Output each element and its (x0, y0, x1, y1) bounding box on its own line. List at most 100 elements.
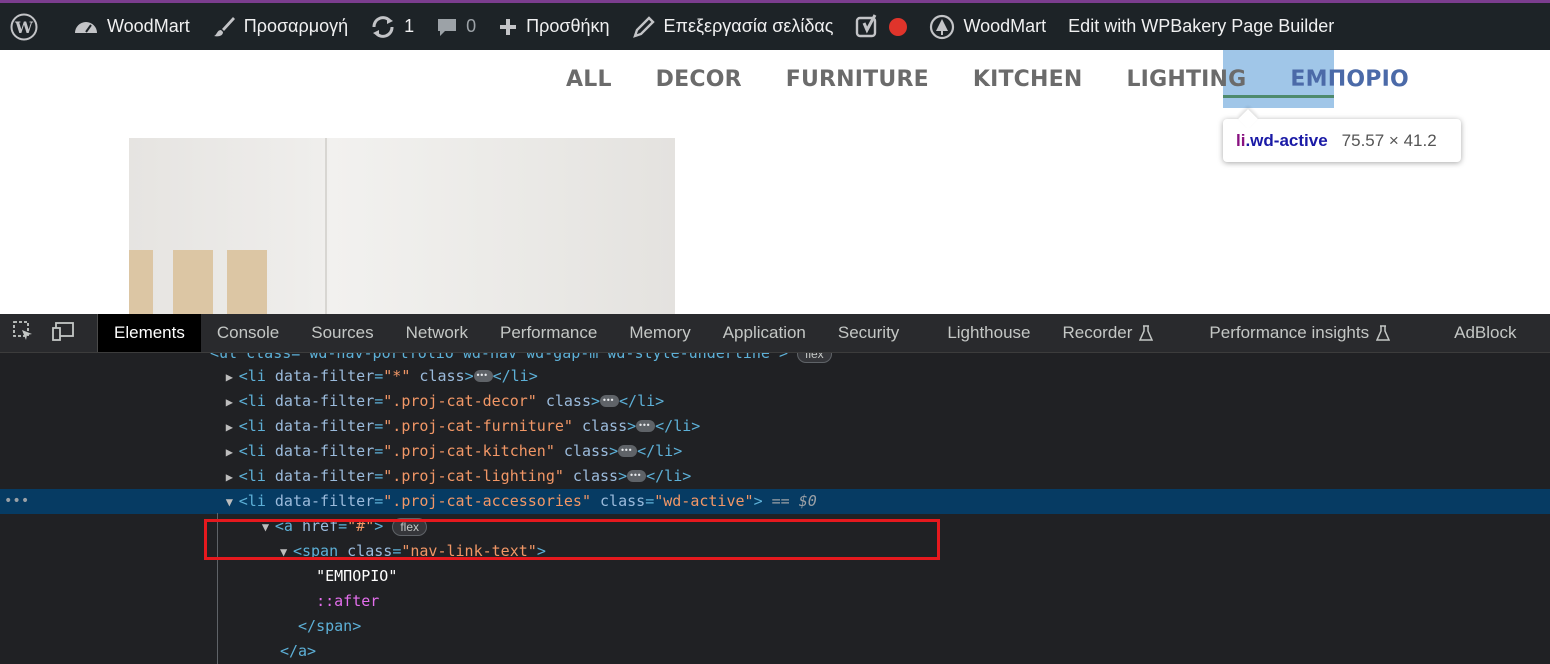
filter-kitchen[interactable]: KITCHEN (973, 66, 1083, 93)
refresh-icon (370, 15, 396, 39)
comments-count: 0 (466, 16, 477, 36)
filter-accessories[interactable]: ΕΜΠΟΡΙΟ (1290, 66, 1408, 93)
tree-line-pseudo[interactable]: ::after (0, 589, 1550, 614)
site-name-link[interactable]: WoodMart (62, 3, 201, 50)
tree-line-span-close[interactable]: </span> (0, 614, 1550, 639)
tab-adblock[interactable]: AdBlock (1438, 314, 1532, 352)
flask-icon (1376, 325, 1391, 341)
comments-link[interactable]: 0 (425, 3, 487, 50)
li-filter-value: ".proj-cat-furniture" (383, 417, 573, 435)
elements-tree: <ul class="wd-nav-portfolio wd-nav wd-ga… (0, 353, 1550, 664)
photo-plank (173, 250, 213, 314)
li-filter-value: "*" (383, 367, 411, 385)
tab-performance-insights-label: Performance insights (1209, 323, 1370, 342)
page-content: ALL DECOR FURNITURE KITCHEN LIGHTING ΕΜΠ… (0, 50, 1550, 314)
theme-tree-icon (929, 14, 955, 40)
flask-icon (1139, 325, 1154, 341)
site-name-label: WoodMart (107, 16, 190, 36)
li-filter-value: ".proj-cat-kitchen" (383, 442, 555, 460)
edit-page-link[interactable]: Επεξεργασία σελίδας (621, 3, 845, 50)
tree-line-li-all[interactable]: ▶<li data-filter="*" class></li> (0, 363, 1550, 390)
new-content-label: Προσθήκη (526, 16, 610, 36)
yoast-seo-menu[interactable] (844, 3, 918, 50)
updates-count: 1 (404, 16, 415, 36)
tab-recorder[interactable]: Recorder (1047, 314, 1194, 352)
li-filter-value: ".proj-cat-decor" (383, 392, 537, 410)
tree-line-li-kitchen[interactable]: ▶ <li data-filter=".proj-cat-kitchen" cla… (0, 438, 1550, 465)
li-filter-value: ".proj-cat-lighting" (383, 467, 564, 485)
ellipsis-icon[interactable] (600, 388, 620, 413)
select-element-icon[interactable] (12, 320, 34, 347)
filter-lighting[interactable]: LIGHTING (1126, 66, 1246, 93)
seo-status-dot-icon (889, 17, 908, 36)
flex-badge[interactable]: flex (797, 353, 832, 363)
ellipsis-icon[interactable] (618, 438, 638, 463)
devtools-tabbar: Elements Console Sources Network Perform… (0, 314, 1550, 353)
theme-label: WoodMart (963, 16, 1047, 36)
ellipsis-icon[interactable] (636, 413, 656, 438)
filter-furniture[interactable]: FURNITURE (786, 66, 929, 93)
collapse-arrow-icon[interactable]: ▼ (226, 490, 239, 515)
tab-recorder-label: Recorder (1062, 323, 1133, 342)
devtools-panel: Elements Console Sources Network Perform… (0, 314, 1550, 664)
active-filter-underline (1223, 95, 1334, 98)
ellipsis-icon[interactable] (627, 463, 647, 488)
portfolio-image[interactable] (129, 138, 675, 314)
expand-arrow-icon[interactable]: ▶ (226, 440, 239, 465)
more-options-icon[interactable]: ••• (4, 489, 29, 514)
tab-lighthouse[interactable]: Lighthouse (931, 314, 1046, 352)
wpbakery-edit-link[interactable]: Edit with WPBakery Page Builder (1057, 3, 1345, 50)
tab-console[interactable]: Console (201, 314, 295, 352)
ellipsis-icon[interactable] (473, 363, 493, 388)
new-content-link[interactable]: Προσθήκη (487, 3, 620, 50)
filter-decor[interactable]: DECOR (656, 66, 742, 93)
annotation-highlight-box (204, 519, 940, 560)
tree-line-li-accessories-selected[interactable]: ••• ▼ <li data-filter=".proj-cat-accessor… (0, 489, 1550, 514)
tab-network[interactable]: Network (390, 314, 484, 352)
photo-plank (129, 250, 153, 314)
customize-link[interactable]: Προσαρμογή (201, 3, 359, 50)
tab-sources[interactable]: Sources (295, 314, 389, 352)
tab-elements[interactable]: Elements (98, 314, 201, 352)
expand-arrow-icon[interactable]: ▶ (226, 390, 239, 415)
photo-plank (227, 250, 267, 314)
dashboard-icon (73, 16, 99, 38)
inspect-tooltip: li .wd-active 75.57 × 41.2 (1223, 119, 1461, 162)
tree-line-li-furniture[interactable]: ▶ <li data-filter=".proj-cat-furniture" c… (0, 413, 1550, 440)
tree-line-li-decor[interactable]: ▶ <li data-filter=".proj-cat-decor" class… (0, 388, 1550, 415)
edit-page-label: Επεξεργασία σελίδας (663, 16, 834, 36)
tab-application[interactable]: Application (707, 314, 822, 352)
wordpress-logo-button[interactable]: W (0, 3, 62, 50)
tooltip-dimensions: 75.57 × 41.2 (1341, 130, 1437, 150)
pencil-icon (632, 15, 656, 39)
svg-text:W: W (14, 18, 34, 37)
theme-menu[interactable]: WoodMart (918, 3, 1057, 50)
wordpress-icon: W (10, 13, 38, 41)
pseudo-element: ::after (316, 592, 380, 610)
wpbakery-label: Edit with WPBakery Page Builder (1068, 16, 1335, 36)
ul-open-tag: <ul class="wd-nav-portfolio wd-nav wd-ga… (210, 353, 788, 362)
tree-line-anchor-close[interactable]: </a> (0, 639, 1550, 664)
tooltip-class: .wd-active (1245, 130, 1328, 150)
plus-icon (498, 17, 518, 37)
device-toolbar-icon[interactable] (52, 320, 76, 347)
customize-label: Προσαρμογή (243, 16, 349, 36)
yoast-icon (855, 13, 881, 40)
photo-seam (325, 138, 327, 314)
filter-all[interactable]: ALL (566, 66, 612, 93)
updates-link[interactable]: 1 (359, 3, 425, 50)
comment-bubble-icon (436, 16, 458, 38)
selected-node-ref: == $0 (771, 492, 817, 510)
tree-line-text-node[interactable]: "ΕΜΠΟΡΙΟ" (0, 564, 1550, 589)
tooltip-tag: li (1236, 130, 1246, 150)
tab-security[interactable]: Security (822, 314, 931, 352)
expand-arrow-icon[interactable]: ▶ (226, 465, 239, 490)
tab-memory[interactable]: Memory (613, 314, 706, 352)
expand-arrow-icon[interactable]: ▶ (226, 365, 239, 390)
tab-performance-insights[interactable]: Performance insights (1193, 314, 1438, 352)
li-filter-value: ".proj-cat-accessories" (383, 492, 591, 510)
tab-performance[interactable]: Performance (484, 314, 613, 352)
tree-line-li-lighting[interactable]: ▶ <li data-filter=".proj-cat-lighting" cl… (0, 463, 1550, 490)
brush-icon (212, 15, 236, 39)
expand-arrow-icon[interactable]: ▶ (226, 415, 239, 440)
